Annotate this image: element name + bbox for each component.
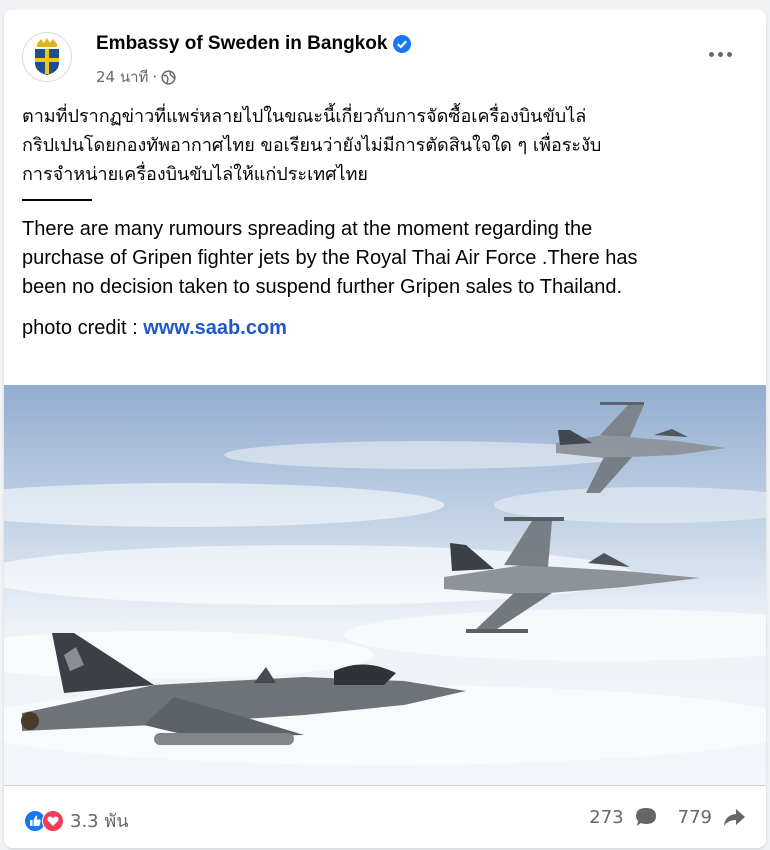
- comment-icon[interactable]: [634, 806, 658, 828]
- more-options-icon: [708, 51, 714, 57]
- share-count[interactable]: 779: [678, 807, 712, 828]
- more-options-icon: [726, 51, 732, 57]
- globe-icon: [161, 69, 176, 85]
- thai-line: กริปเปนโดยกองทัพอากาศไทย ขอเรียนว่ายังไม…: [22, 135, 602, 156]
- english-text: There are many rumours spreading at the …: [22, 215, 752, 302]
- post-photo[interactable]: [4, 385, 766, 785]
- more-options-button[interactable]: [702, 44, 738, 64]
- verified-badge-icon: [393, 35, 412, 53]
- gripen-jets-photo: [4, 385, 766, 785]
- comment-count[interactable]: 273: [589, 807, 623, 828]
- english-line: been no decision taken to suspend furthe…: [22, 276, 623, 298]
- text-divider: [22, 199, 92, 201]
- swedish-crest-icon: [35, 38, 59, 75]
- share-icon[interactable]: [722, 806, 746, 828]
- love-reaction-icon: [42, 809, 64, 832]
- thai-text: ตามที่ปรากฏข่าวที่แพร่หลายไปในขณะนี้เกี่…: [22, 102, 752, 189]
- more-options-icon: [717, 51, 723, 57]
- english-line: purchase of Gripen fighter jets by the R…: [22, 247, 638, 269]
- reaction-count[interactable]: 3.3 พัน: [70, 806, 129, 835]
- post-card: Embassy of Sweden in Bangkok 24 นาที · ต…: [4, 10, 766, 848]
- post-footer: 3.3 พัน 273 779: [4, 785, 766, 848]
- post-header: Embassy of Sweden in Bangkok 24 นาที ·: [4, 10, 766, 100]
- thai-line: การจำหน่ายเครื่องบินขับไล่ให้แก่ประเทศไท…: [22, 164, 368, 185]
- photo-credit: photo credit : www.saab.com: [22, 314, 752, 343]
- meta-separator: ·: [152, 68, 158, 86]
- thai-line: ตามที่ปรากฏข่าวที่แพร่หลายไปในขณะนี้เกี่…: [22, 106, 587, 127]
- english-line: There are many rumours spreading at the …: [22, 218, 593, 240]
- post-meta: 24 นาที ·: [96, 65, 176, 89]
- reactions-summary[interactable]: 3.3 พัน: [24, 806, 129, 835]
- post-time[interactable]: 24 นาที: [96, 65, 148, 89]
- page-name-row: Embassy of Sweden in Bangkok: [96, 33, 412, 55]
- photo-credit-link[interactable]: www.saab.com: [143, 317, 287, 339]
- page-avatar[interactable]: [22, 32, 72, 82]
- page-name[interactable]: Embassy of Sweden in Bangkok: [96, 33, 387, 55]
- post-body: ตามที่ปรากฏข่าวที่แพร่หลายไปในขณะนี้เกี่…: [22, 102, 752, 343]
- engagement-counts: 273 779: [589, 806, 746, 828]
- photo-credit-label: photo credit :: [22, 317, 144, 339]
